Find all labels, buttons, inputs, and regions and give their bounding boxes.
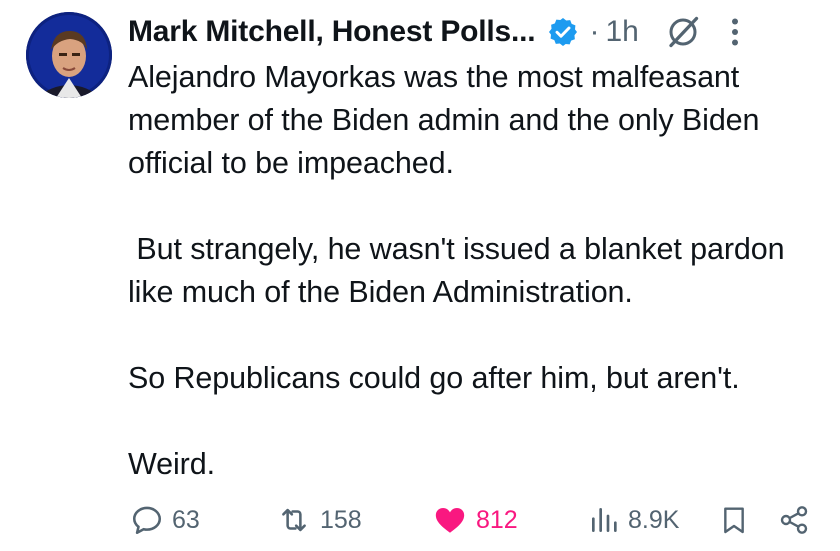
bookmark-button[interactable] bbox=[718, 500, 758, 540]
share-button[interactable] bbox=[778, 500, 818, 540]
reply-count: 63 bbox=[172, 505, 200, 534]
heart-icon bbox=[435, 507, 465, 533]
like-button[interactable]: 812 bbox=[432, 500, 518, 540]
views-button[interactable]: 8.9K bbox=[588, 500, 679, 540]
reply-button[interactable]: 63 bbox=[130, 500, 200, 540]
like-count: 812 bbox=[476, 505, 518, 534]
post-text: Alejandro Mayorkas was the most malfeasa… bbox=[128, 56, 828, 486]
post-paragraph: But strangely, he wasn't issued a blanke… bbox=[128, 232, 793, 309]
repost-icon bbox=[282, 508, 306, 532]
separator-dot: · bbox=[589, 15, 600, 48]
action-bar: 63 158 812 8.9K bbox=[130, 500, 840, 540]
more-icon[interactable] bbox=[721, 14, 749, 50]
verified-badge-icon[interactable] bbox=[547, 16, 579, 48]
post-paragraph: So Republicans could go after him, but a… bbox=[128, 361, 740, 395]
author-name[interactable]: Mark Mitchell, Honest Polls... bbox=[128, 15, 536, 49]
avatar[interactable] bbox=[26, 12, 112, 98]
bookmark-icon bbox=[724, 507, 744, 534]
post-paragraph: Weird. bbox=[128, 447, 215, 481]
timestamp[interactable]: 1h bbox=[605, 15, 638, 49]
post-paragraph: Alejandro Mayorkas was the most malfeasa… bbox=[128, 60, 760, 180]
reply-icon bbox=[132, 506, 162, 535]
views-count: 8.9K bbox=[628, 505, 680, 534]
repost-button[interactable]: 158 bbox=[276, 500, 362, 540]
grok-icon[interactable] bbox=[665, 14, 701, 50]
views-icon bbox=[592, 508, 617, 532]
repost-count: 158 bbox=[320, 505, 362, 534]
post-header: Mark Mitchell, Honest Polls... · 1h bbox=[128, 10, 820, 54]
share-icon bbox=[780, 506, 808, 534]
